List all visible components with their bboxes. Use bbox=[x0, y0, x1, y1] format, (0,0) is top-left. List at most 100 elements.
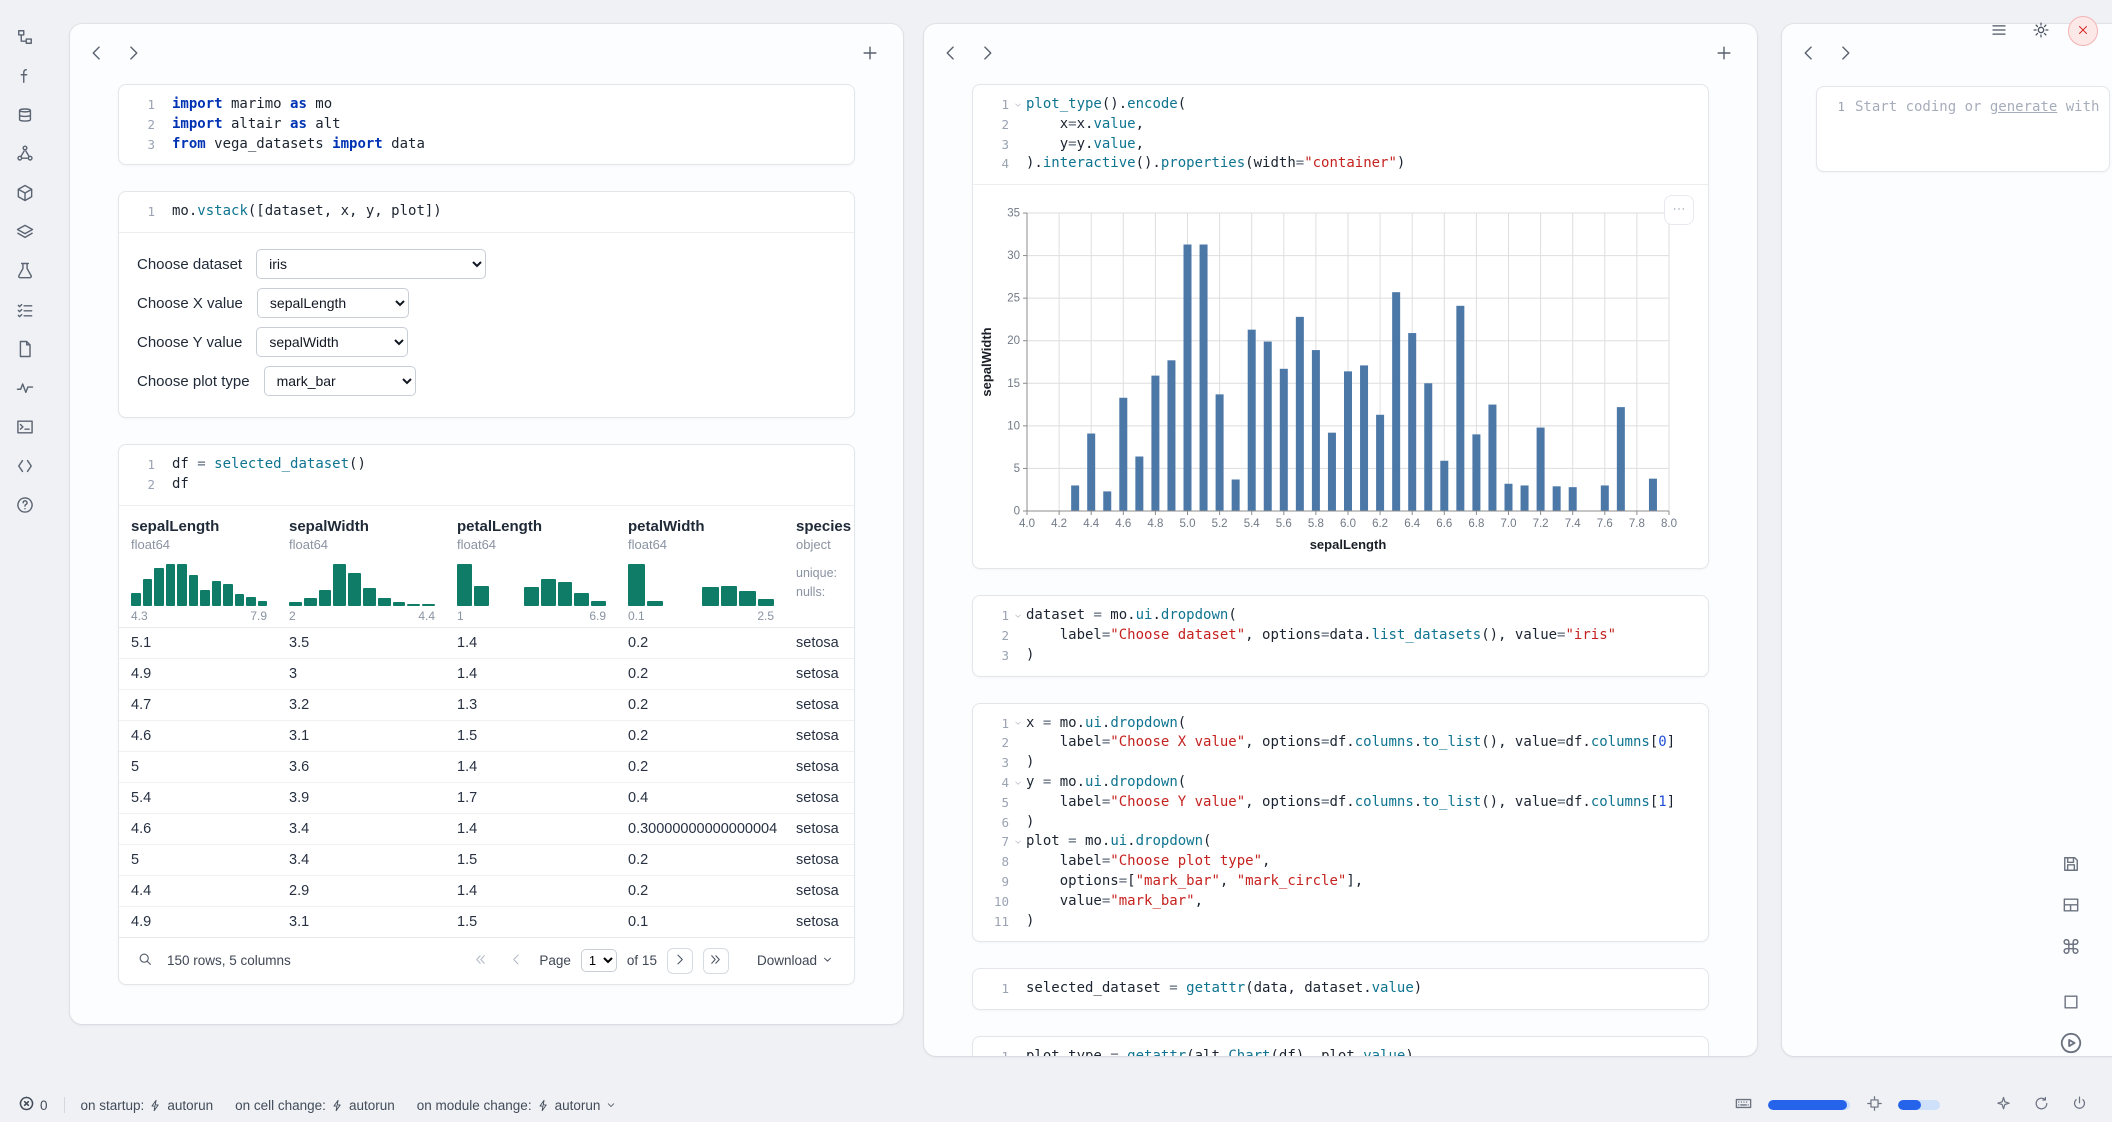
column-header-petalWidth[interactable]: petalWidthfloat640.12.5 bbox=[616, 506, 784, 628]
vegalite-chart[interactable]: 4.04.24.44.64.85.05.25.45.65.86.06.26.46… bbox=[979, 201, 1700, 562]
column-scroll-left-button[interactable] bbox=[82, 39, 112, 69]
previous-page-button[interactable] bbox=[503, 948, 529, 974]
column-header-species[interactable]: speciesobjectunique:nulls: bbox=[784, 506, 854, 628]
settings-button[interactable] bbox=[2026, 16, 2056, 46]
code-cell-vstack[interactable]: 1mo.vstack([dataset, x, y, plot]) Choose… bbox=[118, 191, 855, 418]
on-startup-setting[interactable]: on startup:autorun bbox=[75, 1094, 220, 1117]
code-line[interactable]: 8 label="Choose plot type", bbox=[973, 852, 1698, 872]
code-line[interactable]: 5 label="Choose Y value", options=df.col… bbox=[973, 793, 1698, 813]
column-scroll-right-button[interactable] bbox=[118, 39, 148, 69]
dataset-select[interactable]: iris bbox=[256, 249, 486, 279]
run-all-button[interactable] bbox=[2054, 1027, 2088, 1061]
code-cell-plot-type[interactable]: 1plot_type = getattr(alt.Chart(df), plot… bbox=[972, 1036, 1709, 1056]
generate-with-ai-link[interactable]: generate bbox=[1990, 99, 2057, 115]
notebook-menu-button[interactable] bbox=[1984, 16, 2014, 46]
ai-assistant-button[interactable] bbox=[1990, 1092, 2016, 1118]
table-row[interactable]: 4.63.41.40.30000000000000004setosa bbox=[119, 813, 854, 844]
code-line[interactable]: 2df bbox=[119, 475, 844, 495]
column-header-sepalWidth[interactable]: sepalWidthfloat6424.4 bbox=[277, 506, 445, 628]
file-explorer-icon[interactable] bbox=[12, 24, 38, 50]
table-row[interactable]: 5.43.91.70.4setosa bbox=[119, 782, 854, 813]
code-line[interactable]: 1import marimo as mo bbox=[119, 95, 844, 115]
on-module-change-setting[interactable]: on module change:autorun bbox=[411, 1094, 624, 1117]
code-line[interactable]: 3 y=y.value, bbox=[973, 135, 1698, 155]
code-line[interactable]: 2 label="Choose dataset", options=data.l… bbox=[973, 626, 1698, 646]
fold-toggle[interactable] bbox=[1009, 714, 1026, 734]
add-cell-button[interactable] bbox=[855, 39, 885, 69]
on-cell-change-setting[interactable]: on cell change:autorun bbox=[229, 1094, 401, 1117]
help-icon[interactable] bbox=[12, 492, 38, 518]
table-row[interactable]: 4.931.40.2setosa bbox=[119, 658, 854, 689]
scratchpad-icon[interactable] bbox=[12, 258, 38, 284]
column-scroll-right-button[interactable] bbox=[1830, 39, 1860, 69]
documentation-icon[interactable] bbox=[12, 336, 38, 362]
scratchpad-toggle-button[interactable] bbox=[2054, 986, 2088, 1020]
column-header-sepalLength[interactable]: sepalLengthfloat644.37.9 bbox=[119, 506, 277, 628]
layout-toggle-button[interactable] bbox=[2054, 889, 2088, 923]
code-line[interactable]: 4).interactive().properties(width="conta… bbox=[973, 154, 1698, 174]
table-row[interactable]: 4.63.11.50.2setosa bbox=[119, 720, 854, 751]
keyboard-shortcuts-button[interactable] bbox=[1730, 1092, 1756, 1118]
download-button[interactable]: Download bbox=[751, 952, 840, 970]
table-row[interactable]: 53.41.50.2setosa bbox=[119, 844, 854, 875]
code-line[interactable]: 1df = selected_dataset() bbox=[119, 455, 844, 475]
code-line[interactable]: 10 value="mark_bar", bbox=[973, 892, 1698, 912]
code-line[interactable]: 3from vega_datasets import data bbox=[119, 135, 844, 155]
y-value-select[interactable]: sepalWidth bbox=[256, 327, 408, 357]
code-cell-plot[interactable]: 1plot_type().encode(2 x=x.value,3 y=y.va… bbox=[972, 84, 1709, 569]
plot-type-select[interactable]: mark_bar bbox=[264, 366, 416, 396]
code-line[interactable]: 4y = mo.ui.dropdown( bbox=[973, 773, 1698, 793]
code-line[interactable]: 1x = mo.ui.dropdown( bbox=[973, 714, 1698, 734]
code-line[interactable]: 1selected_dataset = getattr(data, datase… bbox=[973, 979, 1698, 999]
code-cell-xy-plot-dropdowns[interactable]: 1x = mo.ui.dropdown(2 label="Choose X va… bbox=[972, 703, 1709, 943]
first-page-button[interactable] bbox=[467, 948, 493, 974]
memory-usage-bar[interactable] bbox=[1768, 1100, 1850, 1110]
code-line[interactable]: 9 options=["mark_bar", "mark_circle"], bbox=[973, 872, 1698, 892]
column-scroll-right-button[interactable] bbox=[972, 39, 1002, 69]
code-line[interactable]: 11) bbox=[973, 912, 1698, 932]
code-line[interactable]: 6) bbox=[973, 813, 1698, 833]
logs-icon[interactable] bbox=[12, 414, 38, 440]
code-cell-dataset-dropdown[interactable]: 1dataset = mo.ui.dropdown(2 label="Choos… bbox=[972, 595, 1709, 676]
code-cell-selected-dataset[interactable]: 1selected_dataset = getattr(data, datase… bbox=[972, 968, 1709, 1010]
code-line[interactable]: 1mo.vstack([dataset, x, y, plot]) bbox=[119, 202, 844, 222]
variables-icon[interactable] bbox=[12, 63, 38, 89]
shutdown-close-button[interactable] bbox=[2068, 16, 2098, 46]
code-editor-placeholder[interactable]: Start coding or generate with AI bbox=[1855, 99, 2101, 159]
code-line[interactable]: 3) bbox=[973, 753, 1698, 773]
column-scroll-left-button[interactable] bbox=[1794, 39, 1824, 69]
code-line[interactable]: 7plot = mo.ui.dropdown( bbox=[973, 832, 1698, 852]
shutdown-button[interactable] bbox=[2066, 1092, 2092, 1118]
cpu-usage-bar[interactable] bbox=[1898, 1100, 1940, 1110]
fold-toggle[interactable] bbox=[1009, 832, 1026, 852]
code-cell-imports[interactable]: 1import marimo as mo2import altair as al… bbox=[118, 84, 855, 165]
tracing-icon[interactable] bbox=[12, 375, 38, 401]
table-row[interactable]: 4.42.91.40.2setosa bbox=[119, 875, 854, 906]
code-line[interactable]: 1dataset = mo.ui.dropdown( bbox=[973, 606, 1698, 626]
table-row[interactable]: 4.93.11.50.1setosa bbox=[119, 906, 854, 937]
save-notebook-button[interactable] bbox=[2054, 848, 2088, 882]
code-line[interactable]: 2 x=x.value, bbox=[973, 115, 1698, 135]
add-cell-button[interactable] bbox=[1709, 39, 1739, 69]
last-page-button[interactable] bbox=[703, 948, 729, 974]
code-line[interactable]: 2 label="Choose X value", options=df.col… bbox=[973, 733, 1698, 753]
code-line[interactable]: 1plot_type = getattr(alt.Chart(df), plot… bbox=[973, 1047, 1698, 1056]
code-line[interactable]: 2import altair as alt bbox=[119, 115, 844, 135]
x-value-select[interactable]: sepalLength bbox=[257, 288, 409, 318]
table-row[interactable]: 5.13.51.40.2setosa bbox=[119, 627, 854, 658]
fold-toggle[interactable] bbox=[1009, 773, 1026, 793]
code-cell-dataframe[interactable]: 1df = selected_dataset()2df sepalLengthf… bbox=[118, 444, 855, 985]
code-line[interactable]: 1plot_type().encode( bbox=[973, 95, 1698, 115]
table-row[interactable]: 53.61.40.2setosa bbox=[119, 751, 854, 782]
restart-kernel-button[interactable] bbox=[2028, 1092, 2054, 1118]
table-search-button[interactable] bbox=[133, 949, 157, 973]
error-indicator[interactable]: 0 bbox=[12, 1094, 54, 1116]
tasks-icon[interactable] bbox=[12, 297, 38, 323]
empty-code-cell[interactable]: 1 Start coding or generate with AI bbox=[1816, 86, 2110, 172]
dependency-graph-icon[interactable] bbox=[12, 141, 38, 167]
page-select[interactable]: 1 bbox=[581, 949, 617, 972]
next-page-button[interactable] bbox=[667, 948, 693, 974]
fold-toggle[interactable] bbox=[1009, 95, 1026, 115]
fold-toggle[interactable] bbox=[1009, 606, 1026, 626]
snippets-icon[interactable] bbox=[12, 453, 38, 479]
